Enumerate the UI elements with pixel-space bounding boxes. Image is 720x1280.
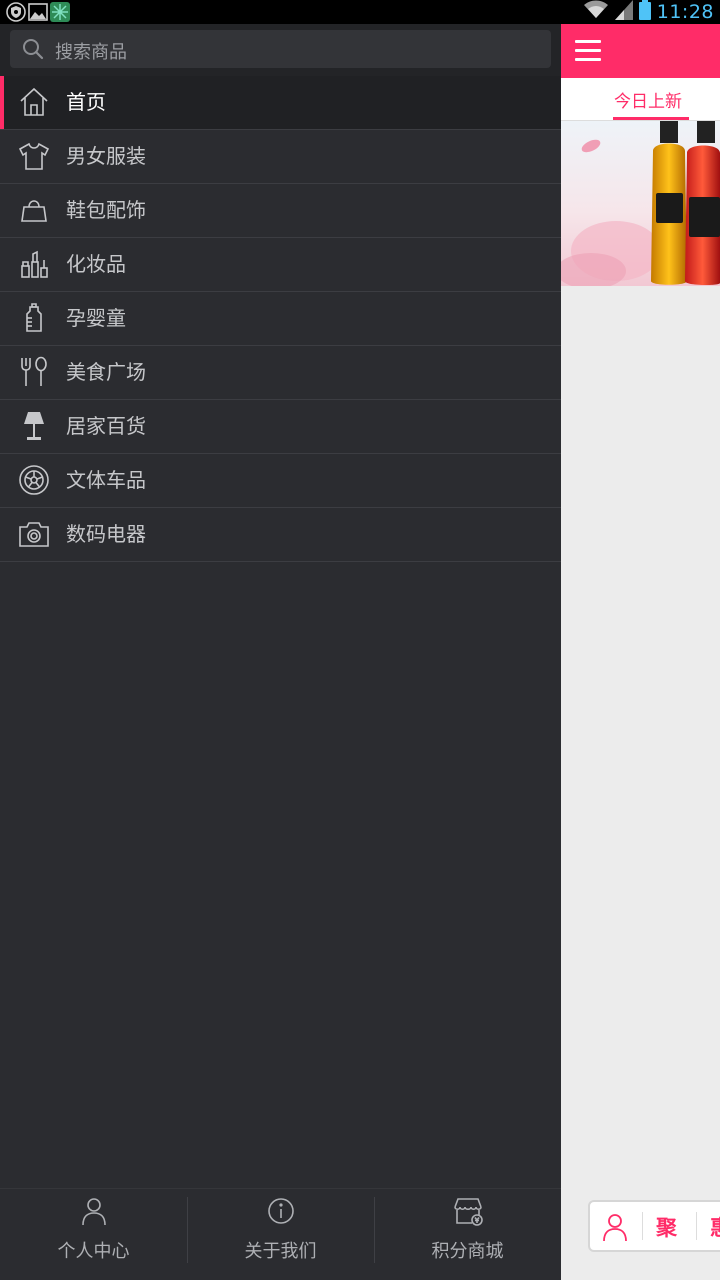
menu-item-home-goods[interactable]: 居家百货	[0, 400, 561, 454]
menu-item-label: 鞋包配饰	[66, 198, 146, 222]
user-icon	[78, 1195, 110, 1227]
tab-indicator	[613, 117, 689, 120]
camera-icon	[18, 518, 50, 550]
main-content: 今日上新 聚 惠	[561, 24, 720, 1280]
navigation-drawer: 搜索商品 首页 男女服装 鞋包配饰 化妆品 孕婴童 美食广场 居家百货 文体车品…	[0, 24, 561, 1280]
promo-banner[interactable]	[561, 121, 720, 286]
divider	[642, 1212, 643, 1240]
menu-item-clothing[interactable]: 男女服装	[0, 130, 561, 184]
menu-item-cosmetics[interactable]: 化妆品	[0, 238, 561, 292]
floating-toolbar[interactable]: 聚 惠	[588, 1200, 720, 1252]
float-label-2[interactable]: 惠	[710, 1212, 720, 1242]
clock: 11:28	[656, 1, 714, 23]
search-icon	[22, 38, 44, 64]
lamp-icon	[18, 410, 50, 442]
battery-icon	[638, 0, 651, 24]
wifi-icon	[583, 0, 609, 24]
menu-item-label: 男女服装	[66, 144, 146, 168]
tshirt-icon	[18, 140, 50, 172]
menu-item-sports-auto[interactable]: 文体车品	[0, 454, 561, 508]
info-icon	[265, 1195, 297, 1227]
fork-spoon-icon	[18, 356, 50, 388]
gallery-icon	[28, 1, 48, 23]
store-icon	[452, 1195, 484, 1227]
search-bar: 搜索商品	[0, 24, 561, 76]
category-menu: 首页 男女服装 鞋包配饰 化妆品 孕婴童 美食广场 居家百货 文体车品 数码电器	[0, 76, 561, 562]
search-input[interactable]: 搜索商品	[10, 30, 551, 68]
tab-label: 积分商城	[431, 1241, 504, 1262]
tab-today-new[interactable]: 今日上新	[614, 87, 682, 112]
drawer-bottom-bar: 个人中心 关于我们 积分商城	[0, 1188, 561, 1280]
float-label-1[interactable]: 聚	[656, 1212, 677, 1242]
menu-item-food[interactable]: 美食广场	[0, 346, 561, 400]
menu-item-label: 数码电器	[66, 522, 146, 546]
tab-about-us[interactable]: 关于我们	[187, 1189, 374, 1280]
menu-item-shoes-bags[interactable]: 鞋包配饰	[0, 184, 561, 238]
home-icon	[18, 86, 50, 118]
menu-item-label: 文体车品	[66, 468, 146, 492]
menu-item-label: 居家百货	[66, 414, 146, 438]
baby-bottle-icon	[18, 302, 50, 334]
cosmetics-icon	[18, 248, 50, 280]
menu-item-label: 美食广场	[66, 360, 146, 384]
tab-label: 关于我们	[244, 1241, 317, 1262]
divider	[696, 1212, 697, 1240]
menu-item-label: 首页	[66, 90, 106, 114]
wheel-icon	[18, 464, 50, 496]
menu-item-electronics[interactable]: 数码电器	[0, 508, 561, 562]
top-app-bar	[561, 24, 720, 78]
menu-item-maternity[interactable]: 孕婴童	[0, 292, 561, 346]
tab-label: 个人中心	[57, 1241, 130, 1262]
hamburger-icon[interactable]	[575, 40, 601, 62]
menu-item-label: 化妆品	[66, 252, 126, 276]
signal-icon	[614, 0, 633, 24]
bag-icon	[18, 194, 50, 226]
content-tabs: 今日上新	[561, 78, 720, 121]
search-placeholder: 搜索商品	[55, 42, 127, 63]
user-icon[interactable]	[600, 1212, 630, 1246]
app-icon	[50, 1, 70, 23]
shield-icon	[6, 1, 26, 23]
status-bar: 11:28	[0, 0, 720, 24]
menu-item-home[interactable]: 首页	[0, 76, 561, 130]
menu-item-label: 孕婴童	[66, 306, 126, 330]
tab-personal-center[interactable]: 个人中心	[0, 1189, 187, 1280]
tab-points-mall[interactable]: 积分商城	[374, 1189, 561, 1280]
